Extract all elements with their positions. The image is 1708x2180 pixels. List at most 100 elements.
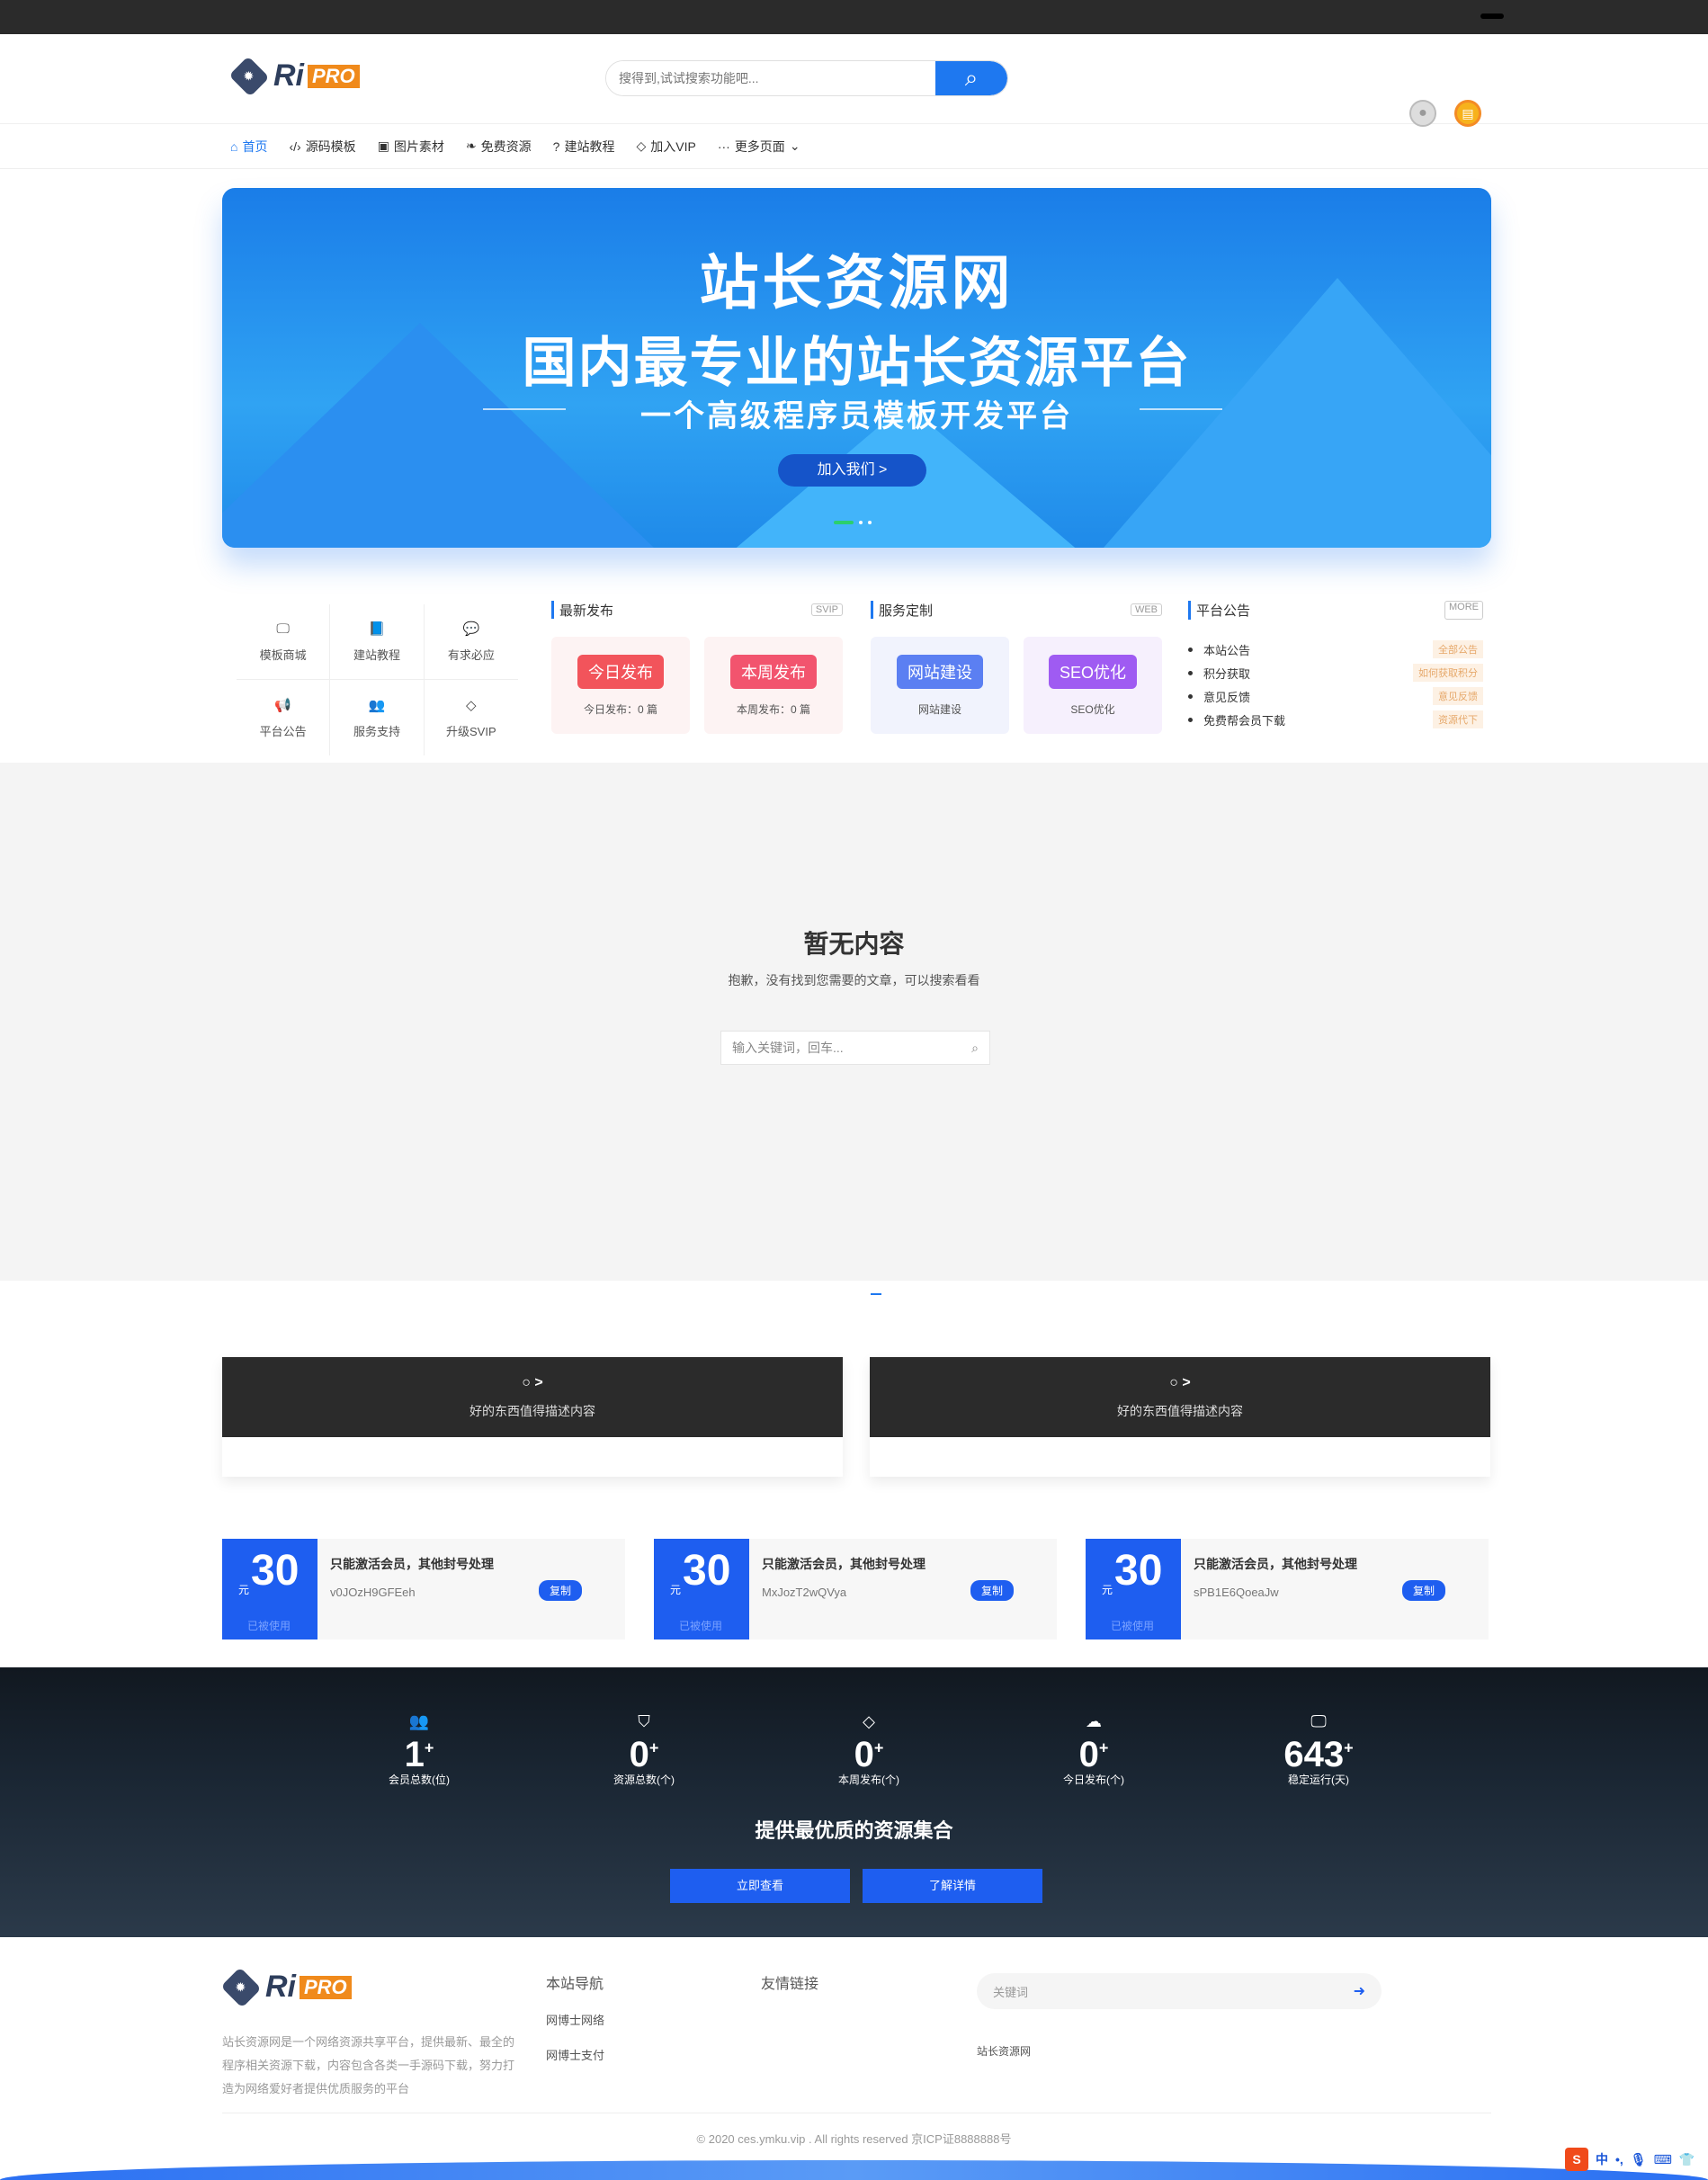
keyboard-icon[interactable]: ⌨ bbox=[1654, 2152, 1672, 2167]
panel-title: 服务定制 bbox=[879, 603, 934, 619]
nav-item-more[interactable]: ··· 更多页面 ⌄ bbox=[718, 138, 800, 156]
arrow-right-icon[interactable]: ➜ bbox=[1354, 1982, 1365, 2000]
seo-button[interactable]: SEO优化 bbox=[1048, 654, 1137, 689]
stats-slogan: 提供最优质的资源集合 bbox=[755, 1819, 953, 1842]
users-icon: 👥 bbox=[368, 697, 386, 713]
quick-links: 🖵 模板商城 📘 建站教程 💬 有求必应 📢 平台公告 👥 服务支持 ◇ 升级SVIP bbox=[237, 604, 518, 755]
learn-more-button[interactable]: 了解详情 bbox=[863, 1869, 1042, 1903]
promo-card[interactable]: ○ > 好的东西值得描述内容 bbox=[870, 1357, 1490, 1477]
footer-search[interactable]: 关键词 ➜ bbox=[977, 1973, 1382, 2009]
section-divider bbox=[871, 1293, 881, 1295]
quick-link[interactable]: 📢 平台公告 bbox=[237, 680, 331, 755]
mic-icon[interactable]: 🎙 bbox=[1631, 2152, 1647, 2167]
promo-card[interactable]: ○ > 好的东西值得描述内容 bbox=[222, 1357, 843, 1477]
panel-tag[interactable]: MORE bbox=[1444, 601, 1483, 620]
copyright: © 2020 ces.ymku.vip . All rights reserve… bbox=[696, 2132, 1012, 2146]
copy-button[interactable]: 复制 bbox=[538, 1580, 582, 1601]
coupon-card: 元 30 已被使用 只能激活会员，其他封号处理 MxJozT2wQVya 复制 bbox=[654, 1539, 1057, 1639]
search-button[interactable]: ⌕ bbox=[935, 61, 1007, 95]
diamond-icon: ◇ bbox=[636, 138, 647, 153]
chat-icon: 💬 bbox=[462, 621, 480, 637]
quick-link[interactable]: 👥 服务支持 bbox=[330, 680, 425, 755]
carousel-dot[interactable] bbox=[834, 521, 854, 524]
quick-link[interactable]: 📘 建站教程 bbox=[330, 604, 425, 680]
punct-icon[interactable]: •, bbox=[1615, 2152, 1623, 2167]
notice-item[interactable]: 积分获取 如何获取积分 bbox=[1188, 661, 1483, 684]
footer-link[interactable]: 网博士支付 bbox=[546, 2046, 604, 2063]
panel-title: 最新发布 bbox=[559, 603, 614, 619]
notice-item[interactable]: 意见反馈 意见反馈 bbox=[1188, 684, 1483, 708]
today-card[interactable]: 今日发布 今日发布：0 篇 bbox=[551, 637, 690, 734]
hero-banner[interactable]: 站长资源网 国内最专业的站长资源平台 一个高级程序员模板开发平台 加入我们 > bbox=[222, 188, 1491, 548]
join-button[interactable]: 加入我们 > bbox=[778, 454, 926, 487]
stat-item: ⛉ 0+ 资源总数(个) bbox=[581, 1712, 707, 1787]
user-avatar-icon[interactable]: ● bbox=[1409, 100, 1436, 127]
footer-link[interactable]: 网博士网络 bbox=[546, 2011, 604, 2028]
banner-title: 站长资源网 bbox=[699, 248, 1015, 317]
carousel-dot[interactable] bbox=[868, 521, 872, 524]
monitor-icon: 🖵 bbox=[276, 621, 290, 637]
nav-item-home[interactable]: ⌂ 首页 bbox=[230, 138, 267, 156]
main-nav: ⌂ 首页 ‹/› 源码模板 ▣ 图片素材 ❧ 免费资源 ? 建站教程 ◇ 加入VIP ···… bbox=[0, 124, 1708, 169]
search-icon: ⌕ bbox=[964, 64, 979, 91]
nav-item-code[interactable]: ‹/› 源码模板 bbox=[289, 138, 355, 156]
more-icon: ··· bbox=[717, 138, 730, 154]
site-header: ✹ Ri PRO ⌕ ● ▤ bbox=[0, 34, 1708, 127]
logo-mark-icon: ✹ bbox=[220, 1966, 262, 2008]
home-icon: ⌂ bbox=[230, 138, 238, 154]
monitor-icon: 🖵 bbox=[1310, 1712, 1327, 1730]
today-button[interactable]: 今日发布 bbox=[577, 654, 664, 689]
image-icon: ▣ bbox=[377, 138, 389, 153]
empty-title: 暂无内容 bbox=[803, 930, 905, 958]
nav-item-tutorial[interactable]: ? 建站教程 bbox=[553, 138, 615, 156]
quick-link[interactable]: 🖵 模板商城 bbox=[237, 604, 331, 680]
nav-item-vip[interactable]: ◇ 加入VIP bbox=[636, 138, 695, 156]
week-card[interactable]: 本周发布 本周发布：0 篇 bbox=[704, 637, 843, 734]
ime-toolbar[interactable]: S 中 •, 🎙 ⌨ 👕 bbox=[1565, 2148, 1695, 2171]
shirt-icon[interactable]: 👕 bbox=[1679, 2152, 1695, 2167]
copy-button[interactable]: 复制 bbox=[970, 1580, 1014, 1601]
view-now-button[interactable]: 立即查看 bbox=[670, 1869, 850, 1903]
notice-item[interactable]: 免费帮会员下载 资源代下 bbox=[1188, 708, 1483, 731]
copy-button[interactable]: 复制 bbox=[1401, 1580, 1445, 1601]
users-icon: 👥 bbox=[408, 1712, 430, 1730]
leaf-icon: ❧ bbox=[465, 138, 477, 153]
code-icon: ‹/› bbox=[289, 138, 301, 154]
website-card[interactable]: 网站建设 网站建设 bbox=[871, 637, 1009, 734]
stat-item: ◇ 0+ 本周发布(个) bbox=[806, 1712, 932, 1787]
empty-section: 暂无内容 抱歉，没有找到您需要的文章，可以搜索看看 输入关键词，回车... ⌕ bbox=[0, 763, 1708, 1281]
logo-ri-text: Ri bbox=[273, 58, 304, 93]
panel-tag[interactable]: SVIP bbox=[810, 603, 843, 616]
footer-desc: 站长资源网是一个网络资源共享平台，提供最新、最全的程序相关资源下载，内容包含各类… bbox=[222, 2035, 515, 2095]
question-icon: ? bbox=[552, 138, 560, 154]
carousel-dot[interactable] bbox=[859, 521, 863, 524]
ime-lang[interactable]: 中 bbox=[1596, 2150, 1608, 2168]
topbar-button[interactable] bbox=[1480, 13, 1504, 19]
banner-tagline: 一个高级程序员模板开发平台 bbox=[640, 398, 1073, 434]
empty-search[interactable]: 输入关键词，回车... ⌕ bbox=[720, 1031, 990, 1065]
site-logo[interactable]: ✹ Ri PRO bbox=[228, 55, 360, 97]
footer-friends: 友情链接 bbox=[761, 1977, 819, 1992]
footer-logo[interactable]: ✹ Ri PRO bbox=[220, 1966, 352, 2008]
browser-topbar bbox=[0, 0, 1708, 34]
coin-icon[interactable]: ▤ bbox=[1454, 100, 1481, 127]
logo-mark-icon: ✹ bbox=[228, 55, 270, 97]
search-input[interactable] bbox=[606, 61, 935, 95]
logo-pro-text: PRO bbox=[308, 64, 360, 88]
week-button[interactable]: 本周发布 bbox=[730, 654, 817, 689]
stat-item: 🖵 643+ 稳定运行(天) bbox=[1256, 1712, 1382, 1787]
coupon-card: 元 30 已被使用 只能激活会员，其他封号处理 sPB1E6QoeaJw 复制 bbox=[1086, 1539, 1489, 1639]
quick-link[interactable]: ◇ 升级SVIP bbox=[425, 680, 518, 755]
panel-title: 平台公告 bbox=[1196, 603, 1251, 619]
nav-item-image[interactable]: ▣ 图片素材 bbox=[378, 138, 444, 156]
footer-site-link[interactable]: 站长资源网 bbox=[977, 2043, 1031, 2059]
seo-card[interactable]: SEO优化 SEO优化 bbox=[1024, 637, 1162, 734]
quick-link[interactable]: 💬 有求必应 bbox=[424, 604, 518, 680]
panel-tag[interactable]: WEB bbox=[1130, 603, 1162, 616]
nav-item-free[interactable]: ❧ 免费资源 bbox=[466, 138, 532, 156]
empty-search-input[interactable]: 输入关键词，回车... bbox=[732, 1039, 844, 1057]
website-button[interactable]: 网站建设 bbox=[897, 654, 983, 689]
search-icon[interactable]: ⌕ bbox=[971, 1041, 979, 1056]
footer-search-input[interactable]: 关键词 bbox=[993, 1983, 1028, 2000]
notice-item[interactable]: 本站公告 全部公告 bbox=[1188, 638, 1483, 661]
